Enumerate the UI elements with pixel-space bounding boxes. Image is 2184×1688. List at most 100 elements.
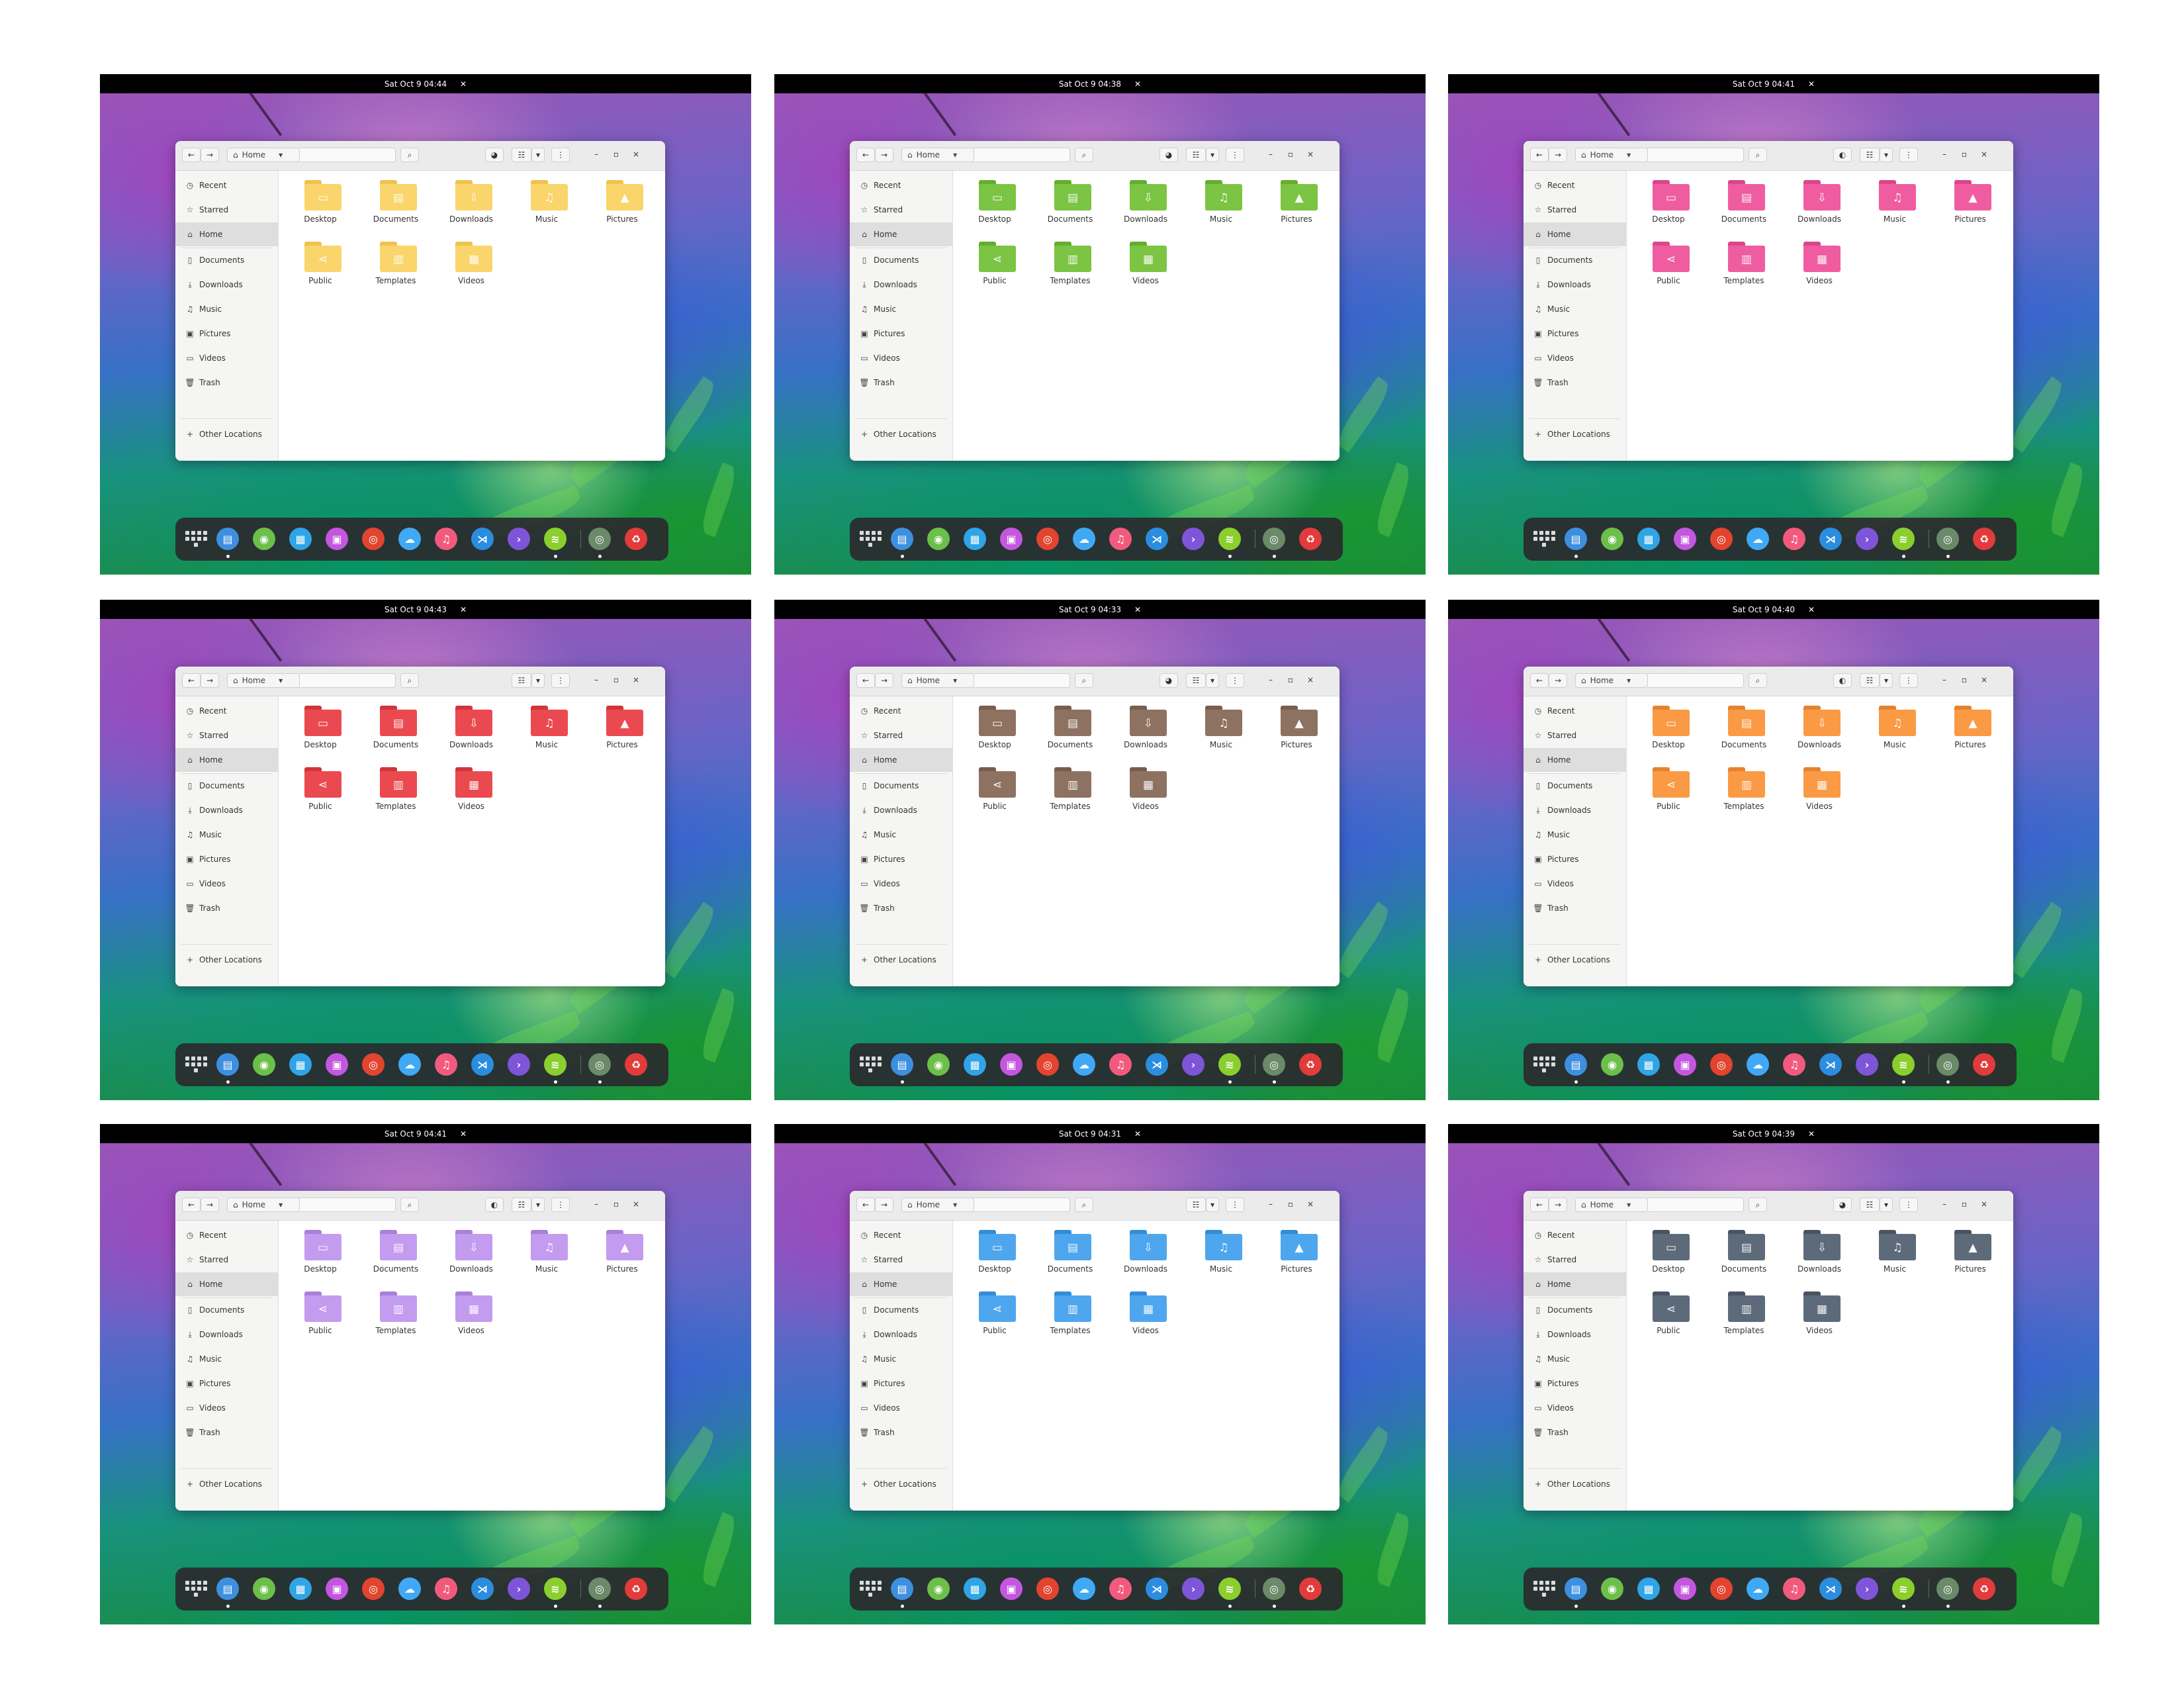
notifications-off-icon[interactable]: ✕ bbox=[460, 1129, 467, 1139]
sidebar-item-starred[interactable]: ☆ Starred bbox=[850, 1248, 952, 1272]
main-menu-button[interactable]: ⋮ bbox=[1226, 673, 1244, 688]
folder-desktop[interactable]: ▭ Desktop bbox=[287, 699, 353, 756]
app-grid-icon[interactable] bbox=[859, 1053, 882, 1076]
close-button[interactable]: × bbox=[1305, 1199, 1316, 1209]
sidebar-item-trash[interactable]: 🗑 Trash bbox=[1524, 1421, 1626, 1444]
dock-calendar-icon[interactable]: ▣ bbox=[1000, 1577, 1023, 1600]
maximize-button[interactable]: ▫ bbox=[1959, 1199, 1970, 1209]
dock-terminal-icon[interactable]: › bbox=[1856, 1053, 1878, 1076]
sidebar-item-starred[interactable]: ☆ Starred bbox=[1524, 1248, 1626, 1272]
sidebar-item-trash[interactable]: 🗑 Trash bbox=[850, 896, 952, 920]
dock-calendar-icon[interactable]: ▣ bbox=[1674, 1053, 1696, 1076]
maximize-button[interactable]: ▫ bbox=[1959, 150, 1970, 159]
path-home-button[interactable]: ⌂ Home ▾ bbox=[227, 673, 300, 688]
folder-pictures[interactable]: ▲ Pictures bbox=[1263, 1223, 1330, 1280]
folder-desktop[interactable]: ▭ Desktop bbox=[962, 1223, 1028, 1280]
folder-music[interactable]: ♫ Music bbox=[514, 1223, 580, 1280]
sidebar-item-documents[interactable]: ▯ Documents bbox=[175, 1298, 278, 1322]
dock-app-green-icon[interactable]: ≋ bbox=[1218, 528, 1241, 550]
minimize-button[interactable]: – bbox=[1265, 1199, 1276, 1209]
main-menu-button[interactable]: ⋮ bbox=[551, 1197, 570, 1212]
dock-calendar-icon[interactable]: ▣ bbox=[1674, 1577, 1696, 1600]
sidebar-item-downloads[interactable]: ⤓ Downloads bbox=[1524, 798, 1626, 822]
minimize-button[interactable]: – bbox=[591, 675, 602, 684]
dock-maps-icon[interactable]: ◉ bbox=[927, 1053, 950, 1076]
dock-terminal-icon[interactable]: › bbox=[1182, 1053, 1205, 1076]
clock[interactable]: Sat Oct 9 04:31 bbox=[1059, 1129, 1121, 1139]
folder-documents[interactable]: ▤ Documents bbox=[1037, 699, 1103, 756]
dock-calendar-icon[interactable]: ▣ bbox=[326, 528, 348, 550]
folder-music[interactable]: ♫ Music bbox=[1188, 1223, 1254, 1280]
main-menu-button[interactable]: ⋮ bbox=[1899, 148, 1918, 162]
dock-software-icon[interactable]: ▦ bbox=[289, 1577, 312, 1600]
sidebar-item-other-locations[interactable]: + Other Locations bbox=[850, 1472, 952, 1496]
path-bar-field[interactable] bbox=[974, 1197, 1070, 1212]
folder-documents[interactable]: ▤ Documents bbox=[363, 173, 429, 230]
dock-software-icon[interactable]: ▦ bbox=[289, 528, 312, 550]
sidebar-item-documents[interactable]: ▯ Documents bbox=[850, 774, 952, 798]
dock-maps-icon[interactable]: ◉ bbox=[253, 1577, 275, 1600]
sidebar-item-recent[interactable]: ◷ Recent bbox=[1524, 699, 1626, 723]
dock-weather-icon[interactable]: ☁ bbox=[1747, 1053, 1769, 1076]
view-options-button[interactable]: ▾ bbox=[531, 673, 545, 688]
theme-toggle-button[interactable]: ◐ bbox=[1833, 148, 1852, 162]
clock[interactable]: Sat Oct 9 04:39 bbox=[1733, 1129, 1795, 1139]
view-toggle-button[interactable]: ☷ bbox=[1860, 1197, 1880, 1212]
view-options-button[interactable]: ▾ bbox=[531, 148, 545, 162]
dock-trash-recycle-icon[interactable]: ♻ bbox=[1299, 528, 1322, 550]
dock-maps-icon[interactable]: ◉ bbox=[927, 528, 950, 550]
sidebar-item-pictures[interactable]: ▣ Pictures bbox=[1524, 322, 1626, 346]
dock-terminal-icon[interactable]: › bbox=[1182, 528, 1205, 550]
folder-documents[interactable]: ▤ Documents bbox=[1711, 1223, 1777, 1280]
dock-weather-icon[interactable]: ☁ bbox=[398, 528, 421, 550]
dock-maps-icon[interactable]: ◉ bbox=[1601, 1053, 1623, 1076]
sidebar-item-starred[interactable]: ☆ Starred bbox=[175, 724, 278, 747]
dock-vscode-icon[interactable]: ⋊ bbox=[1146, 1053, 1168, 1076]
dock-software-icon[interactable]: ▦ bbox=[964, 1577, 986, 1600]
forward-button[interactable]: → bbox=[875, 673, 893, 688]
search-button[interactable]: ⌕ bbox=[1749, 673, 1767, 688]
folder-pictures[interactable]: ▲ Pictures bbox=[1937, 699, 2003, 756]
folder-desktop[interactable]: ▭ Desktop bbox=[1635, 173, 1702, 230]
forward-button[interactable]: → bbox=[875, 148, 893, 162]
sidebar-item-documents[interactable]: ▯ Documents bbox=[1524, 248, 1626, 272]
path-bar-field[interactable] bbox=[974, 148, 1070, 162]
path-home-button[interactable]: ⌂ Home ▾ bbox=[227, 1197, 300, 1212]
minimize-button[interactable]: – bbox=[591, 1199, 602, 1209]
folder-downloads[interactable]: ⇩ Downloads bbox=[1113, 1223, 1179, 1280]
dock-trash-recycle-icon[interactable]: ♻ bbox=[1299, 1053, 1322, 1076]
path-bar-field[interactable] bbox=[300, 1197, 396, 1212]
view-options-button[interactable]: ▾ bbox=[1206, 1197, 1219, 1212]
dock-music-icon[interactable]: ♫ bbox=[1783, 528, 1805, 550]
close-button[interactable]: × bbox=[1979, 150, 1989, 159]
folder-desktop[interactable]: ▭ Desktop bbox=[1635, 699, 1702, 756]
forward-button[interactable]: → bbox=[875, 1197, 893, 1212]
dock-app-green-icon[interactable]: ≋ bbox=[544, 528, 567, 550]
sidebar-item-recent[interactable]: ◷ Recent bbox=[175, 173, 278, 197]
sidebar-item-starred[interactable]: ☆ Starred bbox=[175, 198, 278, 222]
search-button[interactable]: ⌕ bbox=[1075, 673, 1093, 688]
sidebar-item-music[interactable]: ♫ Music bbox=[1524, 1347, 1626, 1371]
view-toggle-button[interactable]: ☷ bbox=[1860, 673, 1880, 688]
path-home-button[interactable]: ⌂ Home ▾ bbox=[901, 673, 974, 688]
folder-templates[interactable]: ▥ Templates bbox=[363, 761, 429, 818]
clock[interactable]: Sat Oct 9 04:40 bbox=[1733, 605, 1795, 614]
folder-documents[interactable]: ▤ Documents bbox=[1037, 1223, 1103, 1280]
dock-vscode-icon[interactable]: ⋊ bbox=[471, 1053, 494, 1076]
folder-downloads[interactable]: ⇩ Downloads bbox=[1113, 699, 1179, 756]
main-menu-button[interactable]: ⋮ bbox=[551, 148, 570, 162]
dock-vscode-icon[interactable]: ⋊ bbox=[1819, 1577, 1842, 1600]
dock-app-green-icon[interactable]: ≋ bbox=[544, 1577, 567, 1600]
sidebar-item-pictures[interactable]: ▣ Pictures bbox=[175, 322, 278, 346]
folder-videos[interactable]: ▦ Videos bbox=[1786, 761, 1852, 818]
sidebar-item-trash[interactable]: 🗑 Trash bbox=[850, 371, 952, 395]
view-toggle-button[interactable]: ☷ bbox=[1186, 673, 1206, 688]
dock-chrome-icon[interactable]: ◎ bbox=[1710, 1577, 1733, 1600]
app-grid-icon[interactable] bbox=[1533, 528, 1555, 550]
folder-pictures[interactable]: ▲ Pictures bbox=[1937, 1223, 2003, 1280]
folder-pictures[interactable]: ▲ Pictures bbox=[589, 699, 655, 756]
clock[interactable]: Sat Oct 9 04:33 bbox=[1059, 605, 1121, 614]
dock-files-icon[interactable]: ▤ bbox=[891, 1053, 913, 1076]
dock-app-green-icon[interactable]: ≋ bbox=[1892, 528, 1915, 550]
dock-chrome-icon[interactable]: ◎ bbox=[1710, 1053, 1733, 1076]
